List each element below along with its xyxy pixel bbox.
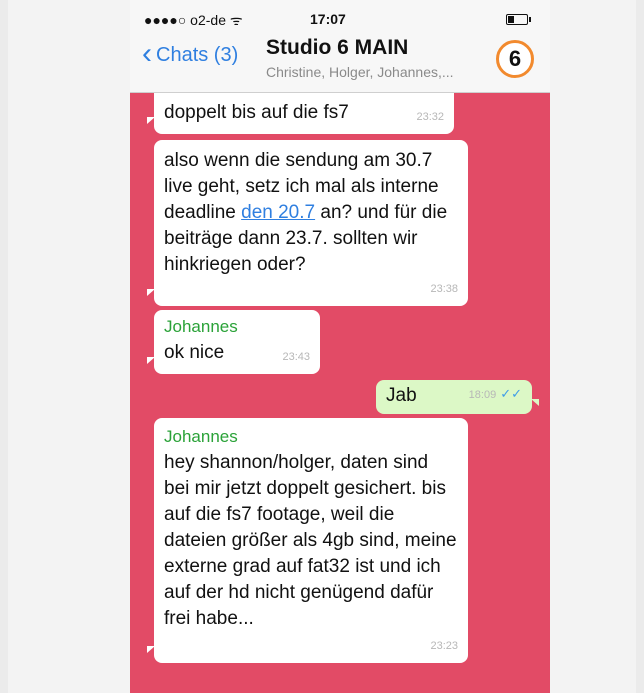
chat-title[interactable]: Studio 6 MAIN: [266, 36, 408, 60]
message-text: doppelt bis auf die fs7: [164, 102, 349, 123]
message-time: 23:38: [430, 283, 458, 295]
message-time: 18:09: [468, 389, 497, 401]
back-label: Chats (3): [156, 44, 239, 66]
message-time: 23:43: [282, 351, 310, 363]
message-time: 23:23: [430, 640, 458, 652]
message-bubble[interactable]: Johannes hey shannon/holger, daten sind …: [147, 418, 468, 663]
date-link[interactable]: den 20.7: [241, 202, 315, 223]
message-bubble[interactable]: Johannes ok nice 23:43: [147, 310, 320, 374]
sender-name[interactable]: Johannes: [164, 424, 458, 450]
status-bar: ●●●●○ o2-de ᯤ 17:07: [130, 8, 550, 30]
message-bubble-outgoing[interactable]: Jab 18:09 ✓✓: [376, 380, 539, 414]
navigation-bar: ●●●●○ o2-de ᯤ 17:07 ‹ Chats (3) Studio 6…: [130, 0, 550, 93]
screenshot-frame: doppelt bis auf die fs7 23:32 also wenn …: [8, 0, 636, 693]
battery-icon: [506, 14, 531, 25]
chat-screen: doppelt bis auf die fs7 23:32 also wenn …: [130, 0, 550, 693]
message-bubble[interactable]: also wenn die sendung am 30.7 live geht,…: [147, 140, 468, 306]
sender-name[interactable]: Johannes: [164, 314, 310, 340]
message-time: 23:32: [416, 111, 444, 123]
carrier-signal: ●●●●○ o2-de ᯤ: [144, 12, 243, 28]
chevron-left-icon: ‹: [142, 36, 152, 70]
message-text: ok nice: [164, 342, 225, 363]
chat-participants[interactable]: Christine, Holger, Johannes,...: [266, 64, 454, 80]
double-check-icon: ✓✓: [500, 386, 522, 401]
message-text: hey shannon/holger, daten sind bei mir j…: [164, 452, 457, 629]
group-avatar[interactable]: 6: [496, 40, 534, 78]
message-text: Jab: [386, 385, 417, 406]
back-button[interactable]: ‹ Chats (3): [142, 36, 239, 70]
status-time: 17:07: [310, 11, 346, 27]
